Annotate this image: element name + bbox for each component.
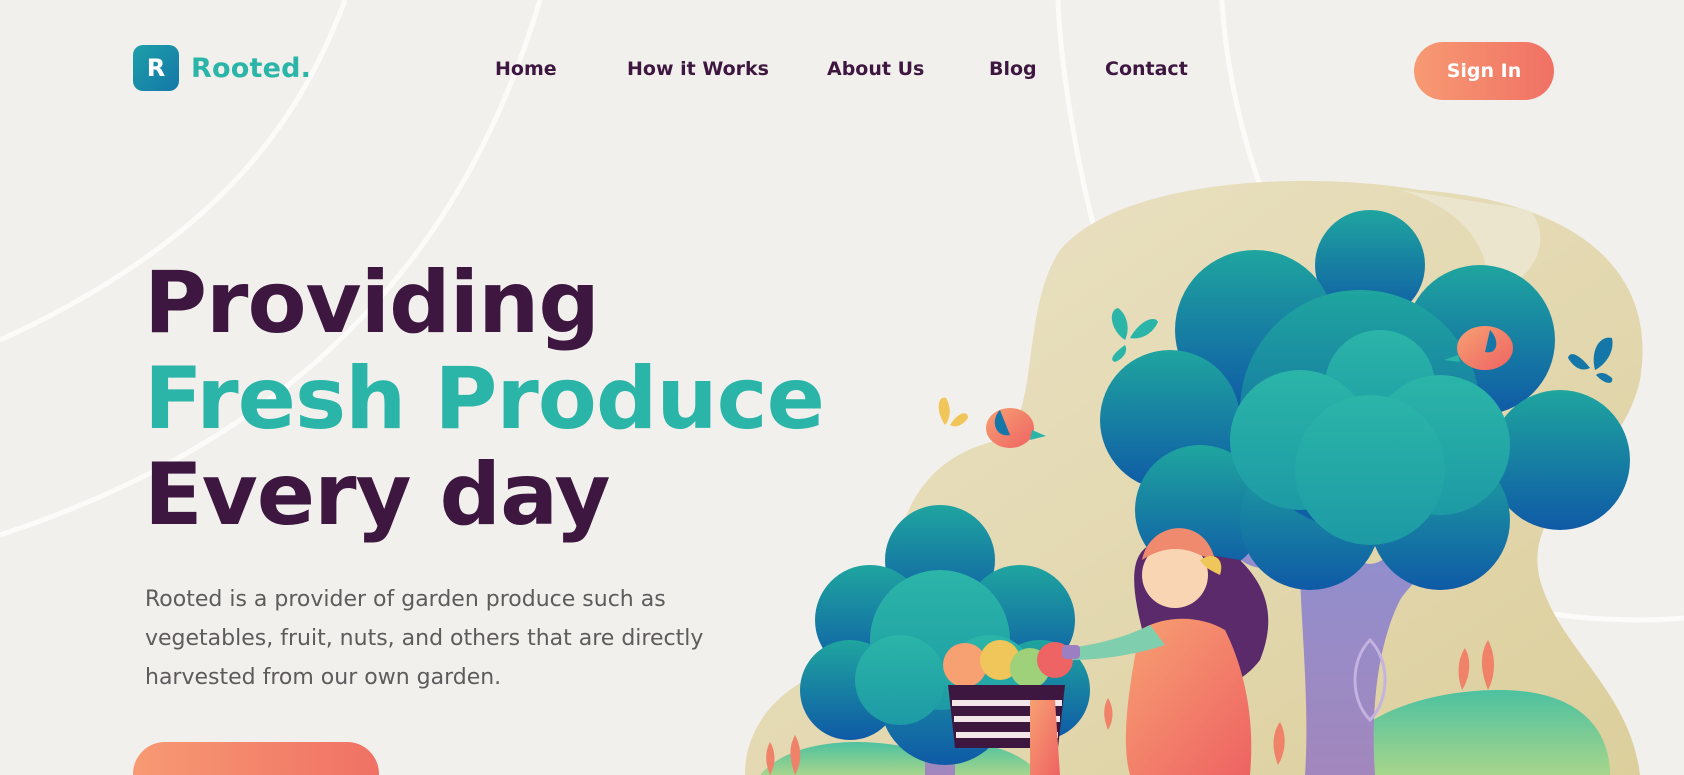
nav-about-us[interactable]: About Us bbox=[827, 58, 924, 80]
leaf-sprig-yellow bbox=[938, 397, 968, 427]
nav-contact[interactable]: Contact bbox=[1105, 58, 1188, 80]
hero-title-line-1: Providing bbox=[144, 253, 600, 353]
sign-in-button[interactable]: Sign In bbox=[1414, 42, 1554, 100]
logo-mark-icon: R bbox=[133, 45, 179, 91]
hero-cta-button[interactable] bbox=[133, 742, 379, 775]
nav-home[interactable]: Home bbox=[495, 58, 557, 80]
hero-title-line-2: Fresh Produce bbox=[144, 349, 825, 449]
nav-blog[interactable]: Blog bbox=[989, 58, 1037, 80]
hero-illustration bbox=[745, 180, 1643, 775]
nav-how-it-works[interactable]: How it Works bbox=[627, 58, 769, 80]
brand-name: Rooted. bbox=[191, 52, 312, 84]
hero-description: Rooted is a provider of garden produce s… bbox=[145, 587, 704, 690]
brand-logo[interactable]: R Rooted. bbox=[133, 45, 311, 91]
hero-title: Providing Fresh Produce Every day bbox=[144, 253, 825, 545]
hero-title-line-3: Every day bbox=[144, 445, 611, 545]
